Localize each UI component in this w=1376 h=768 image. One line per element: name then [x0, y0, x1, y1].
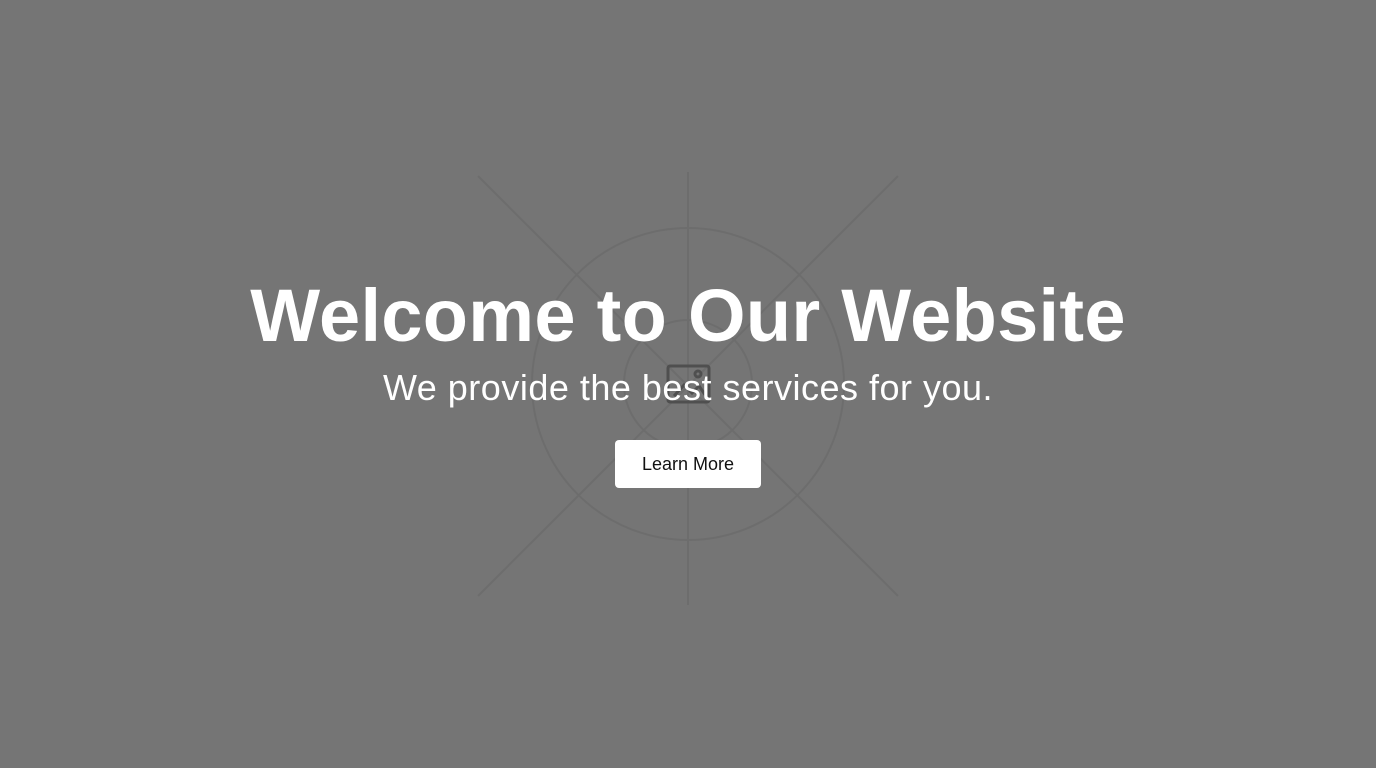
learn-more-button[interactable]: Learn More — [615, 440, 761, 488]
hero-subtitle: We provide the best services for you. — [382, 367, 994, 408]
hero-content: Welcome to Our Website We provide the be… — [0, 0, 1376, 768]
hero-title: Welcome to Our Website — [250, 274, 1126, 357]
hero-section: Welcome to Our Website We provide the be… — [0, 0, 1376, 768]
